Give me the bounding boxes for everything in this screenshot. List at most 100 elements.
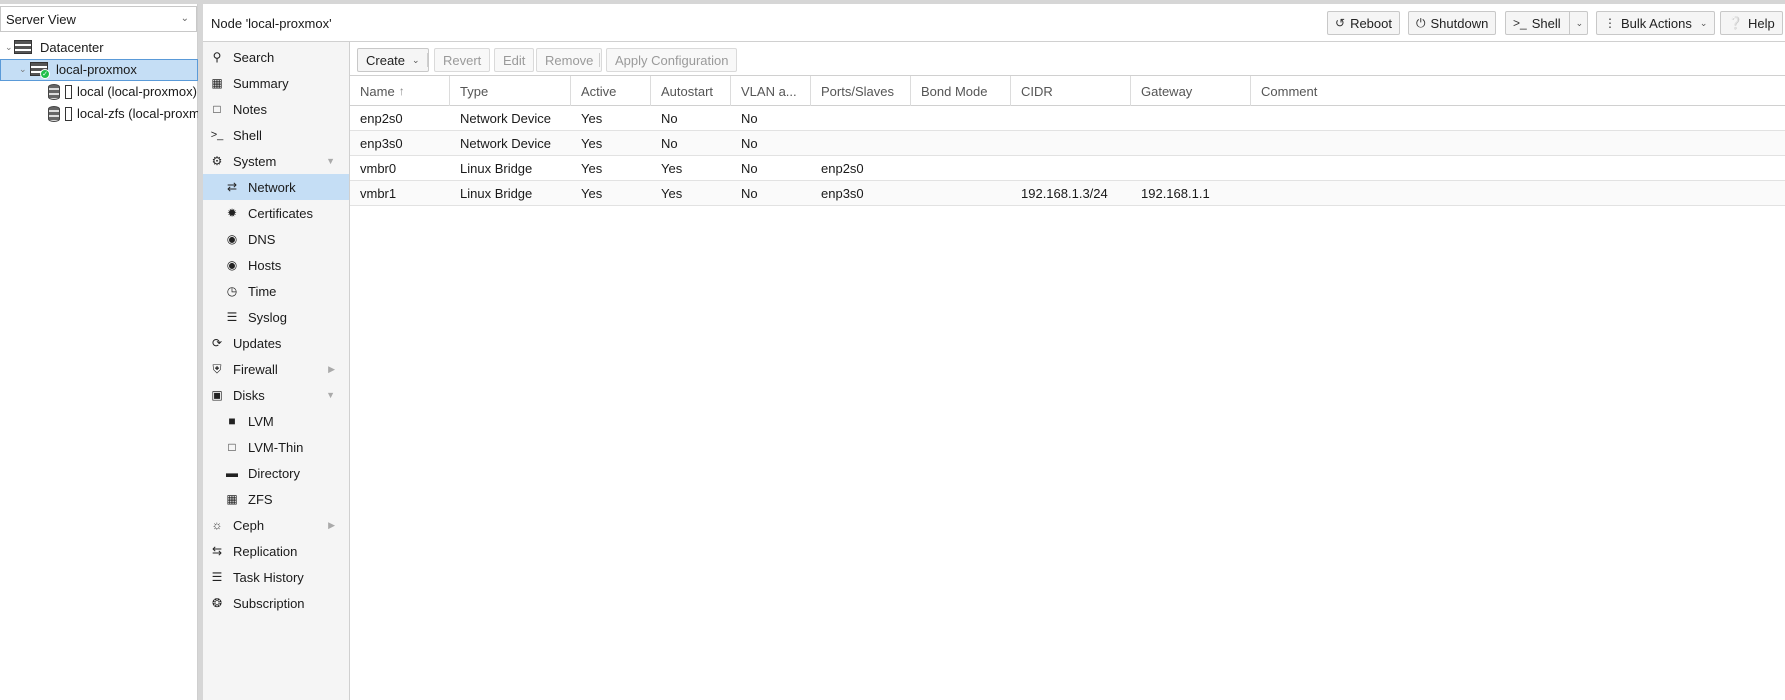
table-row[interactable]: vmbr1 Linux Bridge Yes Yes No enp3s0 192… — [350, 181, 1785, 206]
table-row[interactable]: vmbr0 Linux Bridge Yes Yes No enp2s0 — [350, 156, 1785, 181]
menu-item-network[interactable]: ⇄ Network — [203, 174, 349, 200]
menu-item-shell[interactable]: >_ Shell — [203, 122, 349, 148]
menu-item-summary[interactable]: ▦ Summary — [203, 70, 349, 96]
cell-comment — [1251, 156, 1785, 181]
view-selector-label: Server View — [6, 11, 76, 27]
menu-item-time[interactable]: ◷ Time — [203, 278, 349, 304]
create-button[interactable]: Create ⌄ — [357, 48, 429, 72]
menu-item-syslog[interactable]: ☰ Syslog — [203, 304, 349, 330]
column-header-vlan-aware[interactable]: VLAN a... — [731, 76, 811, 106]
menu-item-dns[interactable]: ◉ DNS — [203, 226, 349, 252]
revert-button[interactable]: Revert — [434, 48, 491, 72]
menu-item-label: Disks — [233, 387, 265, 403]
menu-item-lvm[interactable]: ■ LVM — [203, 408, 349, 434]
chevron-down-icon[interactable]: ⌄ — [1568, 12, 1583, 34]
tree-item-storage[interactable]: local (local-proxmox) — [0, 81, 198, 103]
tree-item-label: local-zfs (local-proxmox) — [77, 106, 198, 121]
menu-item-system[interactable]: ⚙ System ▼ — [203, 148, 349, 174]
menu-item-disks[interactable]: ▣ Disks ▼ — [203, 382, 349, 408]
column-header-label: Ports/Slaves — [821, 83, 894, 99]
menu-item-directory[interactable]: ▬ Directory — [203, 460, 349, 486]
cell-comment — [1251, 131, 1785, 156]
table-row[interactable]: enp2s0 Network Device Yes No No — [350, 106, 1785, 131]
tree-item-storage[interactable]: local-zfs (local-proxmox) — [0, 103, 198, 125]
menu-item-updates[interactable]: ⟳ Updates — [203, 330, 349, 356]
cogs-icon: ⚙ — [211, 154, 223, 168]
cell-name: enp2s0 — [360, 111, 403, 126]
list-icon: ☰ — [211, 570, 223, 584]
column-header-autostart[interactable]: Autostart — [651, 76, 731, 106]
reboot-label: Reboot — [1350, 15, 1392, 31]
collapse-toggle-icon[interactable]: ⌄ — [5, 42, 13, 53]
cell-ports-slaves: enp2s0 — [821, 161, 864, 176]
table-row[interactable]: enp3s0 Network Device Yes No No — [350, 131, 1785, 156]
column-header-ports-slaves[interactable]: Ports/Slaves — [811, 76, 911, 106]
column-header-label: CIDR — [1021, 83, 1053, 99]
revert-label: Revert — [443, 52, 482, 68]
menu-item-firewall[interactable]: ⛨ Firewall ▶ — [203, 356, 349, 382]
storage-icon — [48, 106, 60, 122]
caret-down-icon[interactable]: ▼ — [326, 156, 335, 166]
menu-item-replication[interactable]: ⇆ Replication — [203, 538, 349, 564]
menu-item-label: Shell — [233, 127, 262, 143]
cell-bond-mode — [911, 106, 1011, 131]
shutdown-button[interactable]: ⏻ Shutdown — [1408, 11, 1497, 35]
cell-name: vmbr0 — [360, 161, 397, 176]
cell-gateway — [1131, 131, 1251, 156]
help-button[interactable]: ❔ Help — [1720, 11, 1783, 35]
search-icon: ⚲ — [212, 50, 222, 64]
collapse-toggle-icon[interactable]: ⌄ — [19, 64, 27, 75]
column-header-label: Name — [360, 83, 395, 99]
tree-item-label: local (local-proxmox) — [77, 84, 197, 99]
hdd-icon: ▣ — [211, 388, 223, 402]
menu-item-certificates[interactable]: ✹ Certificates — [203, 200, 349, 226]
cell-name: vmbr1 — [360, 186, 397, 201]
cell-type: Network Device — [460, 111, 552, 126]
menu-item-label: Replication — [233, 543, 298, 559]
remove-button[interactable]: Remove — [536, 48, 603, 72]
apply-configuration-button[interactable]: Apply Configuration — [606, 48, 738, 72]
globe-icon: ◉ — [226, 258, 238, 272]
tree-item-datacenter[interactable]: ⌄ Datacenter — [0, 37, 198, 59]
column-header-type[interactable]: Type — [450, 76, 571, 106]
menu-item-notes[interactable]: □ Notes — [203, 96, 349, 122]
menu-item-ceph[interactable]: ☼ Ceph ▶ — [203, 512, 349, 538]
menu-item-label: Notes — [233, 101, 267, 117]
column-header-cidr[interactable]: CIDR — [1011, 76, 1131, 106]
cell-autostart: Yes — [661, 161, 683, 176]
cell-cidr — [1011, 131, 1131, 156]
sort-ascending-icon: ↑ — [398, 84, 405, 98]
reboot-button[interactable]: ↺ Reboot — [1327, 11, 1400, 35]
node-menu: ⚲ Search ▦ Summary □ Notes >_ Shell ⚙ Sy… — [203, 42, 350, 700]
menu-item-label: Certificates — [248, 205, 314, 221]
bulk-actions-button[interactable]: ⋮ Bulk Actions ⌄ — [1596, 11, 1716, 35]
caret-down-icon[interactable]: ▼ — [326, 390, 335, 400]
menu-item-task-history[interactable]: ☰ Task History — [203, 564, 349, 590]
column-header-bond-mode[interactable]: Bond Mode — [911, 76, 1011, 106]
menu-item-lvm-thin[interactable]: □ LVM-Thin — [203, 434, 349, 460]
clock-icon: ◷ — [226, 284, 238, 298]
menu-item-zfs[interactable]: ▦ ZFS — [203, 486, 349, 512]
column-header-name[interactable]: Name ↑ — [350, 76, 450, 106]
menu-item-hosts[interactable]: ◉ Hosts — [203, 252, 349, 278]
content-panel: Node 'local-proxmox' ↺ Reboot ⏻ Shutdown… — [203, 4, 1785, 700]
caret-right-icon[interactable]: ▶ — [328, 520, 335, 531]
tree-item-node[interactable]: ⌄ ✓ local-proxmox — [0, 59, 198, 81]
cell-cidr: 192.168.1.3/24 — [1021, 186, 1108, 201]
power-icon: ⏻ — [1416, 15, 1426, 30]
edit-button[interactable]: Edit — [494, 48, 535, 72]
menu-item-label: Syslog — [248, 309, 288, 325]
column-header-comment[interactable]: Comment — [1251, 76, 1785, 106]
square-outline-icon: □ — [228, 440, 236, 454]
cell-bond-mode — [911, 131, 1011, 156]
terminal-icon: >_ — [1513, 16, 1527, 30]
column-header-gateway[interactable]: Gateway — [1131, 76, 1251, 106]
view-selector[interactable]: Server View ⌄ — [0, 6, 197, 32]
caret-right-icon[interactable]: ▶ — [328, 364, 335, 375]
menu-item-subscription[interactable]: ❂ Subscription — [203, 590, 349, 616]
shell-button[interactable]: >_ Shell ⌄ — [1505, 11, 1589, 35]
menu-item-search[interactable]: ⚲ Search — [203, 44, 349, 70]
cell-cidr — [1011, 156, 1131, 181]
menu-item-label: Hosts — [248, 257, 282, 273]
column-header-active[interactable]: Active — [571, 76, 651, 106]
